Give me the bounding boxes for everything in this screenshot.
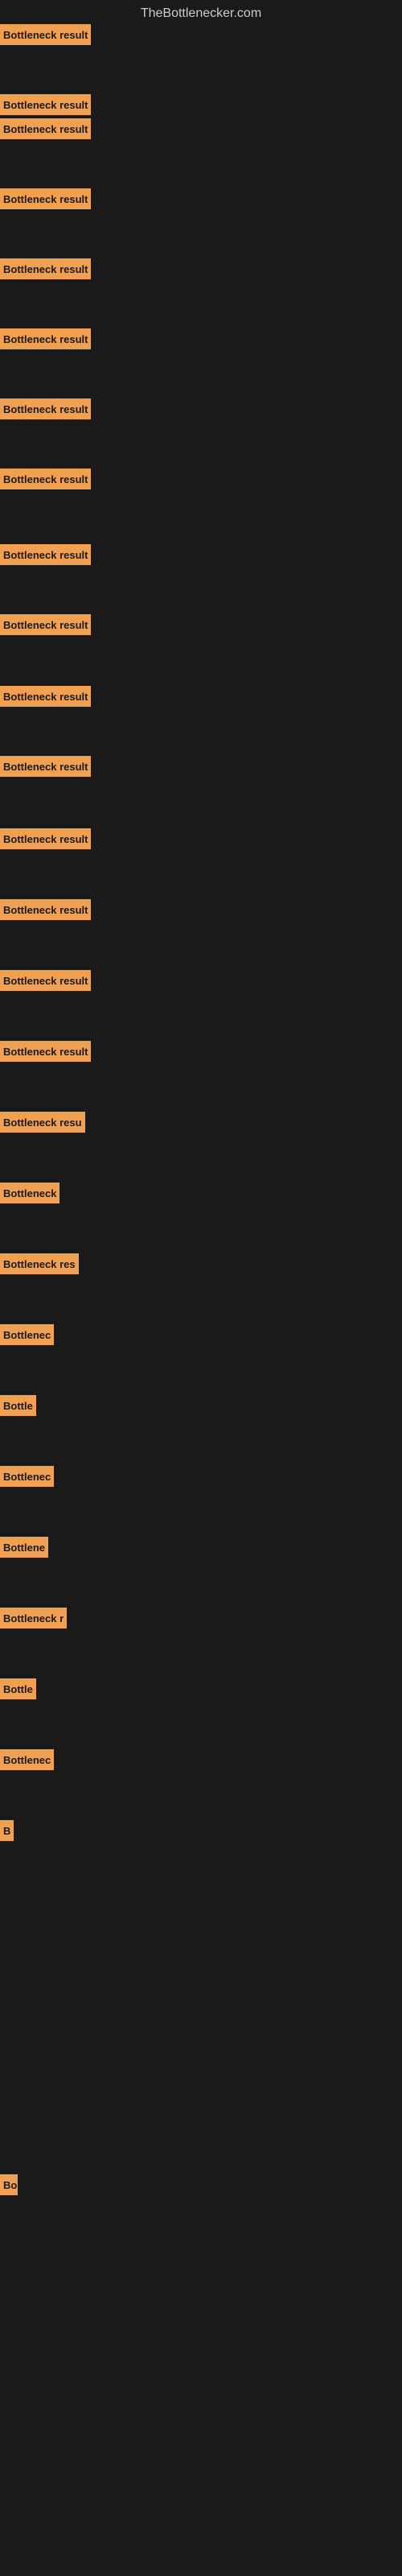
bottleneck-item: Bottleneck result: [0, 258, 91, 279]
bottleneck-item: Bottleneck result: [0, 118, 91, 139]
bottleneck-item: Bottlenec: [0, 1749, 54, 1770]
bottleneck-label: Bottle: [3, 1683, 33, 1695]
bottleneck-label: B: [3, 1825, 10, 1837]
bottleneck-label: Bottleneck result: [3, 761, 88, 773]
bottleneck-item: Bottleneck result: [0, 756, 91, 777]
bottleneck-item: Bottleneck: [0, 1183, 59, 1203]
bottleneck-item: Bottleneck r: [0, 1608, 67, 1629]
bottleneck-label: Bottleneck result: [3, 975, 88, 987]
bottleneck-item: B: [0, 1820, 14, 1841]
bottleneck-item: Bottleneck result: [0, 828, 91, 849]
bottleneck-label: Bottlenec: [3, 1329, 51, 1341]
bottleneck-item: Bottleneck result: [0, 188, 91, 209]
bottleneck-label: Bottleneck res: [3, 1258, 76, 1270]
bottleneck-item: Bottleneck result: [0, 899, 91, 920]
bottleneck-label: Bottle: [3, 1400, 33, 1412]
bottleneck-label: Bottleneck result: [3, 29, 88, 41]
bottleneck-item: Bottle: [0, 1395, 36, 1416]
bottleneck-item: Bottleneck result: [0, 544, 91, 565]
bottleneck-label: Bottleneck result: [3, 1046, 88, 1058]
bottleneck-label: Bottleneck result: [3, 619, 88, 631]
bottleneck-item: Bottlenec: [0, 1466, 54, 1487]
bottleneck-item: Bottleneck result: [0, 686, 91, 707]
bottleneck-item: Bottleneck res: [0, 1253, 79, 1274]
bottleneck-label: Bottleneck result: [3, 403, 88, 415]
bottleneck-label: Bottleneck result: [3, 99, 88, 111]
bottleneck-label: Bottleneck: [3, 1187, 56, 1199]
bottleneck-label: Bottleneck result: [3, 549, 88, 561]
bottleneck-item: Bottleneck result: [0, 398, 91, 419]
bottleneck-item: Bottleneck result: [0, 970, 91, 991]
bottleneck-item: Bottleneck result: [0, 24, 91, 45]
bottleneck-label: Bottleneck result: [3, 833, 88, 845]
bottleneck-label: Bottleneck result: [3, 123, 88, 135]
bottleneck-item: Bottleneck result: [0, 469, 91, 489]
bottleneck-item: Bottleneck resu: [0, 1112, 85, 1133]
bottleneck-label: Bottleneck result: [3, 193, 88, 205]
bottleneck-item: Bottleneck result: [0, 1041, 91, 1062]
bottleneck-label: Bottlene: [3, 1542, 45, 1554]
bottleneck-label: Bottlenec: [3, 1471, 51, 1483]
bottleneck-label: Bottlenec: [3, 1754, 51, 1766]
bottleneck-item: Bottle: [0, 1678, 36, 1699]
bottleneck-item: Bottleneck result: [0, 94, 91, 115]
bottleneck-item: Bottlene: [0, 1537, 48, 1558]
bottleneck-item: Bottlenec: [0, 1324, 54, 1345]
bottleneck-label: Bottleneck result: [3, 691, 88, 703]
bottleneck-label: Bottleneck result: [3, 333, 88, 345]
bottleneck-label: Bottleneck r: [3, 1612, 64, 1624]
bottleneck-label: Bottleneck result: [3, 904, 88, 916]
bottleneck-item: Bottleneck result: [0, 328, 91, 349]
bottleneck-label: Bottleneck result: [3, 473, 88, 485]
bottleneck-label: Bottleneck resu: [3, 1117, 82, 1129]
bottleneck-item: Bottleneck result: [0, 614, 91, 635]
bottleneck-label: Bottleneck result: [3, 263, 88, 275]
bottleneck-item: Bo: [0, 2174, 18, 2195]
bottleneck-label: Bo: [3, 2179, 17, 2191]
